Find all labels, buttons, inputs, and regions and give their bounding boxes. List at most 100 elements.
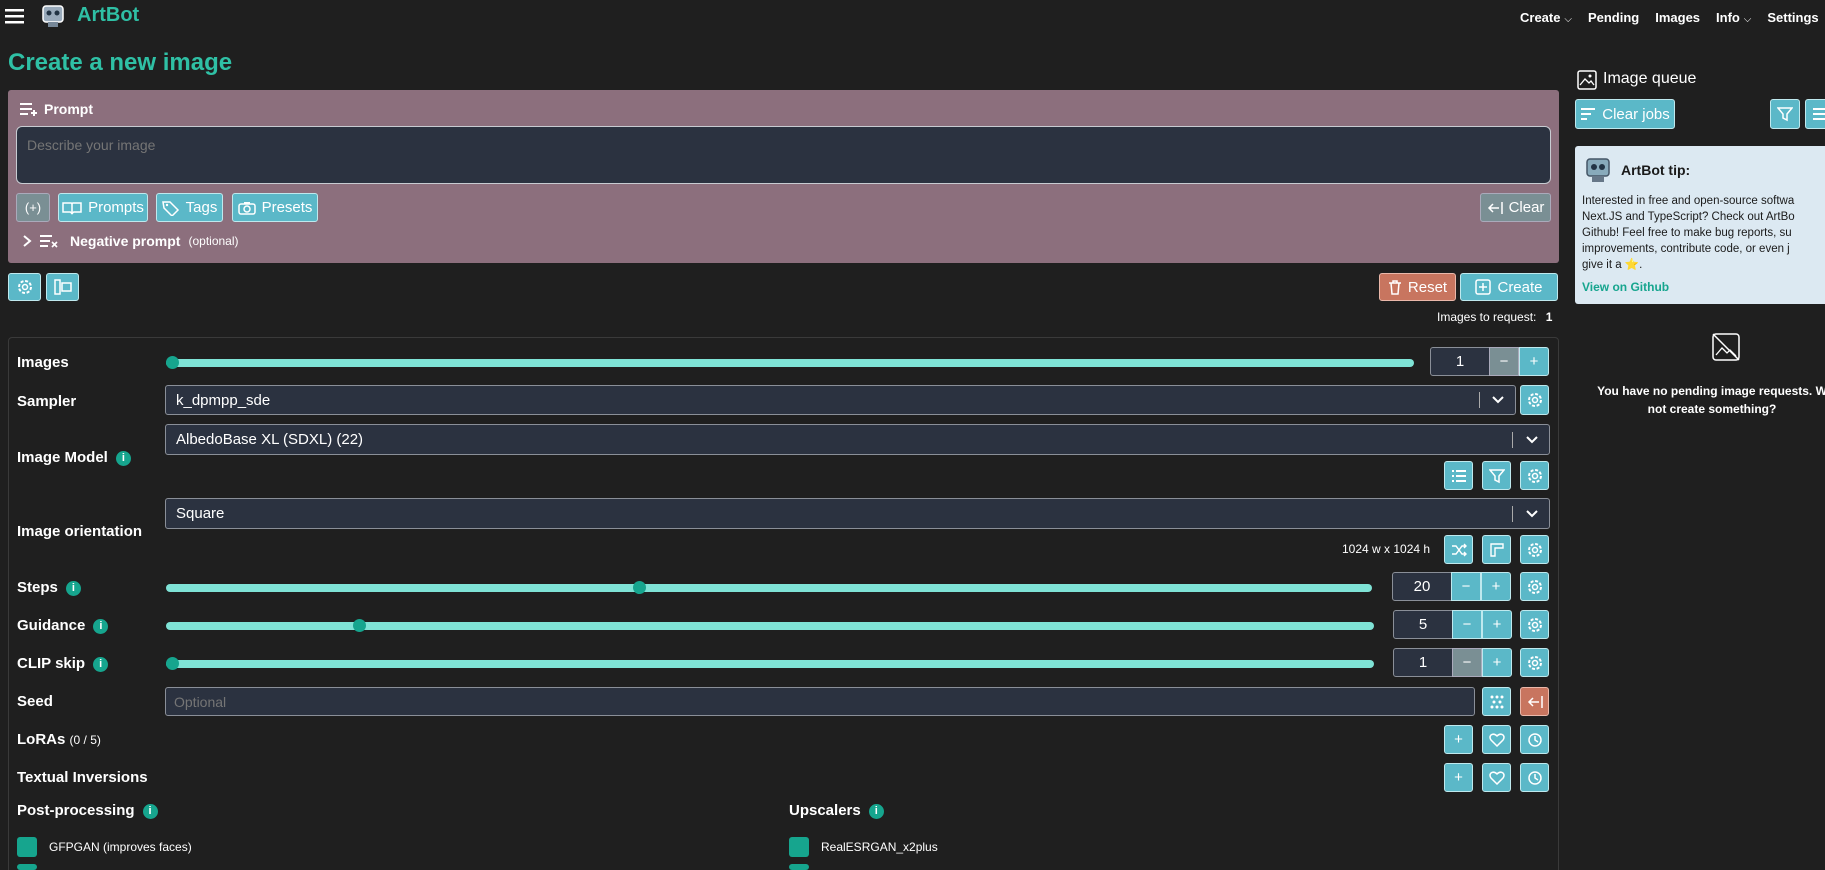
model-settings-button[interactable] [1520, 461, 1549, 490]
custom-size-button[interactable] [1482, 535, 1511, 564]
images-slider-thumb[interactable] [166, 356, 179, 369]
orientation-select[interactable]: Square [165, 498, 1550, 529]
images-decrement[interactable]: − [1489, 347, 1519, 376]
image-icon [1577, 70, 1597, 90]
images-value[interactable]: 1 [1430, 347, 1490, 376]
queue-title: Image queue [1603, 70, 1697, 87]
clip-skip-settings-button[interactable] [1520, 648, 1549, 677]
steps-increment[interactable]: + [1481, 572, 1511, 601]
empty-line: You have no pending image requests. W [1597, 384, 1825, 398]
gfpgan-checkbox[interactable] [17, 837, 37, 857]
add-lora-button[interactable]: + [1444, 725, 1473, 754]
clear-jobs-label: Clear jobs [1602, 105, 1670, 123]
history-icon [1527, 732, 1543, 748]
nav-pending[interactable]: Pending [1588, 10, 1639, 25]
layout-toggle-button[interactable] [46, 273, 79, 301]
clip-skip-slider[interactable] [166, 657, 1374, 670]
view-github-link[interactable]: View on Github [1582, 280, 1669, 294]
nav-info[interactable]: Info ⌵ [1716, 9, 1751, 25]
images-increment[interactable]: + [1519, 347, 1549, 376]
negative-prompt-hint: (optional) [188, 234, 239, 248]
images-to-request-value: 1 [1545, 310, 1553, 324]
token-button[interactable]: (+) [16, 193, 50, 222]
random-seed-button[interactable] [1482, 687, 1511, 716]
model-list-button[interactable] [1444, 461, 1473, 490]
nav-settings[interactable]: Settings [1767, 10, 1818, 25]
seed-input[interactable] [165, 687, 1475, 716]
info-icon[interactable]: i [868, 803, 884, 819]
recent-ti-button[interactable] [1520, 763, 1549, 792]
queue-filter-button[interactable] [1770, 99, 1800, 129]
guidance-decrement[interactable]: − [1452, 610, 1482, 639]
model-label: Image Model i [17, 449, 131, 466]
realesrgan-checkbox[interactable] [789, 837, 809, 857]
steps-decrement[interactable]: − [1451, 572, 1481, 601]
post-processing-checkbox-2[interactable] [17, 864, 37, 870]
clip-skip-decrement[interactable]: − [1452, 648, 1482, 677]
nav-images[interactable]: Images [1655, 10, 1700, 25]
clear-prompt-button[interactable]: Clear [1480, 193, 1551, 222]
clip-skip-increment[interactable]: + [1482, 648, 1512, 677]
filter-icon [1777, 106, 1793, 122]
brand-name[interactable]: ArtBot [77, 4, 139, 27]
clip-skip-slider-thumb[interactable] [166, 657, 179, 670]
info-icon[interactable]: i [115, 450, 131, 466]
steps-slider[interactable] [166, 581, 1372, 594]
prompt-label: Prompt [44, 101, 93, 117]
favorite-loras-button[interactable] [1482, 725, 1511, 754]
orientation-settings-button[interactable] [1520, 535, 1549, 564]
post-processing-label: Post-processing i [17, 802, 158, 819]
guidance-slider-thumb[interactable] [353, 619, 366, 632]
favorite-ti-button[interactable] [1482, 763, 1511, 792]
sampler-select[interactable]: k_dpmpp_sde [165, 385, 1516, 415]
info-icon[interactable]: i [65, 580, 81, 596]
menu-icon[interactable] [4, 6, 26, 26]
reset-button[interactable]: Reset [1379, 273, 1456, 301]
presets-button[interactable]: Presets [232, 193, 318, 222]
info-icon[interactable]: i [142, 803, 158, 819]
info-icon[interactable]: i [93, 656, 109, 672]
model-select[interactable]: AlbedoBase XL (SDXL) (22) [165, 424, 1550, 455]
page-title: Create a new image [8, 49, 233, 76]
nav-create[interactable]: Create ⌵ [1520, 9, 1572, 25]
chevron-down-icon: ⌵ [1564, 14, 1572, 25]
info-icon[interactable]: i [93, 618, 109, 634]
heart-icon [1488, 770, 1505, 785]
chevron-down-icon [1525, 509, 1539, 519]
model-value: AlbedoBase XL (SDXL) (22) [176, 431, 364, 448]
tip-line: improvements, contribute code, or even j [1582, 243, 1790, 255]
chevron-right-icon [22, 234, 32, 248]
prompt-input[interactable] [16, 126, 1551, 184]
sampler-label: Sampler [17, 393, 77, 410]
clear-seed-button[interactable] [1520, 687, 1549, 716]
steps-value[interactable]: 20 [1392, 572, 1452, 601]
recent-loras-button[interactable] [1520, 725, 1549, 754]
clip-skip-value[interactable]: 1 [1393, 648, 1453, 677]
guidance-slider[interactable] [166, 619, 1374, 632]
images-slider[interactable] [166, 356, 1414, 369]
create-button[interactable]: Create [1460, 273, 1558, 301]
queue-sort-button[interactable] [1805, 99, 1825, 129]
randomize-orientation-button[interactable] [1444, 535, 1473, 564]
clear-arrow-icon [1527, 695, 1543, 709]
model-filter-button[interactable] [1482, 461, 1511, 490]
settings-toggle-button[interactable] [8, 273, 41, 301]
steps-slider-thumb[interactable] [633, 581, 646, 594]
upscaler-checkbox-2[interactable] [789, 864, 809, 870]
guidance-settings-button[interactable] [1520, 610, 1549, 639]
orientation-dims: 1024 w x 1024 h [1342, 542, 1431, 556]
tags-button[interactable]: Tags [156, 193, 223, 222]
clear-arrow-icon [1487, 201, 1503, 215]
negative-prompt-toggle[interactable]: Negative prompt (optional) [22, 233, 239, 249]
gear-icon [1526, 616, 1544, 634]
trash-icon [1388, 279, 1402, 295]
logo-icon[interactable] [40, 2, 66, 28]
orientation-label: Image orientation [17, 523, 143, 540]
steps-settings-button[interactable] [1520, 572, 1549, 601]
clear-jobs-button[interactable]: Clear jobs [1575, 99, 1675, 129]
add-ti-button[interactable]: + [1444, 763, 1473, 792]
prompts-button[interactable]: Prompts [58, 193, 148, 222]
guidance-increment[interactable]: + [1482, 610, 1512, 639]
guidance-value[interactable]: 5 [1393, 610, 1453, 639]
sampler-settings-button[interactable] [1520, 385, 1549, 415]
